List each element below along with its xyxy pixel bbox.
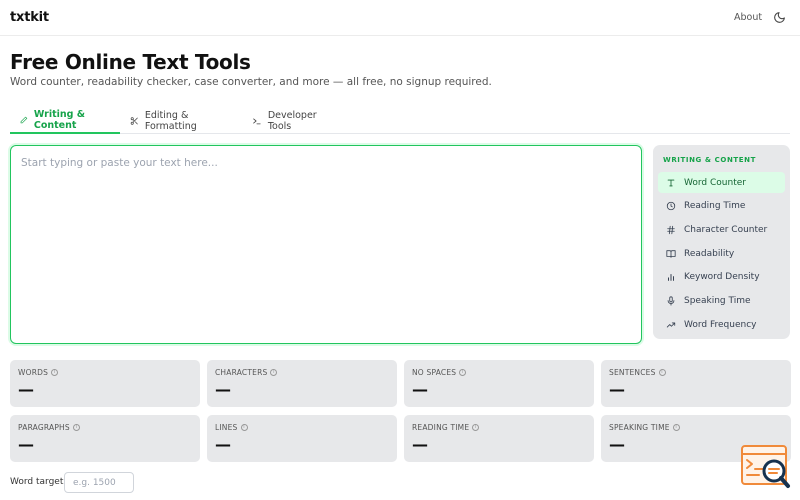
stat-label: NO SPACES bbox=[412, 368, 457, 377]
sidebar-item-readability[interactable]: Readability bbox=[658, 243, 785, 264]
stat-value: — bbox=[18, 435, 34, 454]
tab-developer-tools[interactable]: Developer Tools bbox=[242, 108, 352, 134]
sidebar-item-label: Speaking Time bbox=[684, 295, 751, 306]
sidebar-item-word-counter[interactable]: Word Counter bbox=[658, 172, 785, 193]
sidebar-item-label: Readability bbox=[684, 248, 735, 259]
stat-card-no-spaces: NO SPACES i — bbox=[404, 360, 594, 407]
hash-icon bbox=[667, 225, 675, 234]
moon-icon[interactable] bbox=[773, 11, 786, 24]
info-icon[interactable]: i bbox=[459, 369, 467, 376]
type-icon bbox=[667, 179, 675, 186]
word-target-input[interactable] bbox=[64, 472, 134, 493]
terminal-icon bbox=[253, 118, 261, 125]
feedback-widget-icon[interactable] bbox=[741, 444, 791, 490]
sidebar-item-character-counter[interactable]: Character Counter bbox=[658, 219, 785, 240]
sidebar-item-label: Word Counter bbox=[684, 177, 746, 188]
info-icon[interactable]: i bbox=[472, 424, 480, 431]
stat-value: — bbox=[215, 435, 231, 454]
stat-value: — bbox=[412, 435, 428, 454]
stat-card-characters: CHARACTERS i — bbox=[207, 360, 397, 407]
info-icon[interactable]: i bbox=[240, 424, 248, 431]
tool-sidebar: WRITING & CONTENT Word Counter Reading T… bbox=[653, 145, 790, 339]
tab-label: Developer Tools bbox=[267, 110, 317, 132]
tab-label: Writing & Content bbox=[33, 109, 86, 131]
stat-label: CHARACTERS bbox=[215, 368, 268, 377]
tab-label: Editing & Formatting bbox=[144, 110, 197, 132]
info-icon[interactable]: i bbox=[658, 369, 666, 376]
tab-editing-formatting[interactable]: Editing & Formatting bbox=[120, 108, 242, 134]
stat-label: PARAGRAPHS bbox=[18, 423, 70, 432]
bar-chart-icon bbox=[668, 273, 674, 281]
microphone-icon bbox=[667, 295, 675, 306]
stat-card-paragraphs: PARAGRAPHS i — bbox=[10, 415, 200, 462]
sidebar-item-label: Keyword Density bbox=[684, 271, 760, 282]
sidebar-item-label: Character Counter bbox=[684, 224, 768, 235]
stat-value: — bbox=[412, 380, 428, 399]
stat-label: LINES bbox=[215, 423, 238, 432]
stat-card-sentences: SENTENCES i — bbox=[601, 360, 791, 407]
stat-value: — bbox=[609, 380, 625, 399]
category-tabs: Writing & Content Editing & Formatting D… bbox=[10, 108, 790, 134]
info-icon[interactable]: i bbox=[51, 369, 59, 376]
sidebar-item-reading-time[interactable]: Reading Time bbox=[658, 195, 785, 216]
stat-card-lines: LINES i — bbox=[207, 415, 397, 462]
stat-label: SENTENCES bbox=[609, 368, 656, 377]
about-link[interactable]: About bbox=[734, 12, 762, 23]
page-title: Free Online Text Tools bbox=[10, 50, 251, 74]
info-icon[interactable]: i bbox=[270, 369, 278, 376]
stat-label: SPEAKING TIME bbox=[609, 423, 670, 432]
logo[interactable]: txtkit bbox=[10, 10, 49, 25]
sidebar-item-label: Word Frequency bbox=[684, 319, 757, 330]
stat-value: — bbox=[215, 380, 231, 399]
info-icon[interactable]: i bbox=[672, 424, 680, 431]
info-icon[interactable]: i bbox=[72, 424, 80, 431]
book-icon bbox=[666, 249, 676, 258]
text-editor[interactable] bbox=[10, 145, 642, 344]
stat-value: — bbox=[609, 435, 625, 454]
tab-writing-content[interactable]: Writing & Content bbox=[10, 108, 120, 134]
stat-card-reading-time: READING TIME i — bbox=[404, 415, 594, 462]
stat-value: — bbox=[18, 380, 34, 399]
sidebar-item-word-frequency[interactable]: Word Frequency bbox=[658, 314, 785, 335]
sidebar-heading: WRITING & CONTENT bbox=[663, 156, 757, 164]
sidebar-item-speaking-time[interactable]: Speaking Time bbox=[658, 290, 785, 311]
scissors-icon bbox=[130, 117, 138, 125]
trend-icon bbox=[666, 322, 676, 327]
sidebar-item-label: Reading Time bbox=[684, 200, 746, 211]
word-target-label: Word target bbox=[10, 477, 64, 487]
pencil-icon bbox=[20, 116, 28, 124]
stat-label: READING TIME bbox=[412, 423, 470, 432]
stat-card-words: WORDS i — bbox=[10, 360, 200, 407]
page-subtitle: Word counter, readability checker, case … bbox=[10, 76, 492, 88]
sidebar-item-keyword-density[interactable]: Keyword Density bbox=[658, 266, 785, 287]
top-bar: txtkit About bbox=[0, 0, 800, 36]
clock-icon bbox=[666, 201, 676, 210]
stat-label: WORDS bbox=[18, 368, 49, 377]
